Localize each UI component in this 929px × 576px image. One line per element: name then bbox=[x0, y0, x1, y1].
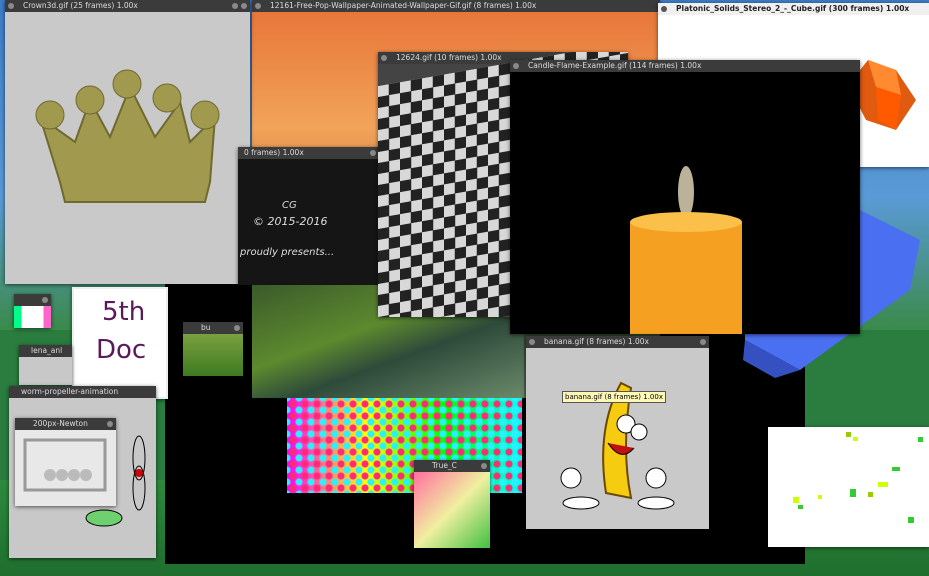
candle-image-area bbox=[510, 72, 860, 334]
title-bar[interactable]: banana.gif (8 frames) 1.00x bbox=[526, 336, 709, 348]
banana-tooltip: banana.gif (8 frames) 1.00x bbox=[562, 391, 666, 403]
close-icon[interactable] bbox=[661, 6, 667, 12]
title-bar[interactable]: bu bbox=[183, 322, 243, 334]
newton-gif-window[interactable]: 200px-Newton bbox=[15, 418, 116, 506]
small-image bbox=[14, 306, 51, 328]
truecolor-gif-window[interactable]: True_C bbox=[414, 460, 490, 548]
candle-gif-window[interactable]: Candle-Flame-Example.gif (114 frames) 1.… bbox=[510, 60, 860, 334]
maximize-icon[interactable] bbox=[700, 339, 706, 345]
doc-gif-window[interactable]: 5th Doc bbox=[72, 287, 168, 399]
pixel-gif-window[interactable] bbox=[768, 427, 929, 547]
intro-line-2: © 2015-2016 bbox=[253, 215, 328, 228]
minimize-icon[interactable] bbox=[232, 3, 238, 9]
maximize-icon[interactable] bbox=[107, 421, 113, 427]
window-title: 0 frames) 1.00x bbox=[244, 148, 304, 157]
intro-line-1: CG bbox=[282, 200, 297, 211]
title-bar[interactable]: worm-propeller-animation bbox=[9, 386, 156, 398]
crown-image-area bbox=[5, 12, 250, 284]
window-title: 12161-Free-Pop-Wallpaper-Animated-Wallpa… bbox=[270, 1, 537, 10]
window-title: lena_anl bbox=[31, 346, 63, 355]
small-gif-window[interactable] bbox=[14, 294, 51, 328]
window-title: 12624.gif (10 frames) 1.00x bbox=[396, 53, 502, 62]
doc-line-1: 5th bbox=[102, 297, 146, 327]
window-title: True_C bbox=[432, 461, 457, 470]
window-title: banana.gif (8 frames) 1.00x bbox=[544, 337, 649, 346]
bu-image bbox=[183, 334, 243, 376]
banana-gif-window[interactable]: banana.gif (8 frames) 1.00x bbox=[526, 336, 709, 529]
title-bar[interactable]: True_C bbox=[414, 460, 490, 472]
title-bar[interactable]: lena_anl bbox=[19, 345, 72, 357]
maximize-icon[interactable] bbox=[241, 3, 247, 9]
lena-gif-window[interactable]: lena_anl bbox=[19, 345, 72, 385]
title-bar[interactable]: 200px-Newton bbox=[15, 418, 116, 430]
pixel-dots bbox=[793, 432, 923, 523]
title-bar[interactable]: Platonic_Solids_Stereo_2_-_Cube.gif (300… bbox=[658, 3, 929, 15]
title-bar[interactable]: Crown3d.gif (25 frames) 1.00x bbox=[5, 0, 250, 12]
maximize-icon[interactable] bbox=[234, 325, 240, 331]
banana-image-area bbox=[526, 348, 709, 529]
newton-cradle-icon bbox=[23, 438, 107, 492]
maximize-icon[interactable] bbox=[42, 297, 48, 303]
close-icon[interactable] bbox=[381, 55, 387, 61]
crown-gif-window[interactable]: Crown3d.gif (25 frames) 1.00x bbox=[5, 0, 250, 284]
minimize-icon[interactable] bbox=[370, 150, 376, 156]
title-bar[interactable] bbox=[14, 294, 51, 306]
close-icon[interactable] bbox=[255, 3, 261, 9]
window-title: Platonic_Solids_Stereo_2_-_Cube.gif (300… bbox=[676, 4, 910, 13]
title-bar[interactable]: 0 frames) 1.00x bbox=[238, 147, 388, 159]
truecolor-image bbox=[414, 472, 490, 548]
close-icon[interactable] bbox=[513, 63, 519, 69]
window-title: 200px-Newton bbox=[33, 419, 88, 428]
candle-icon bbox=[630, 166, 742, 334]
window-title: worm-propeller-animation bbox=[21, 387, 119, 396]
maximize-icon[interactable] bbox=[481, 463, 487, 469]
window-title: bu bbox=[201, 323, 211, 332]
intro-gif-window[interactable]: 0 frames) 1.00x CG © 2015-2016 proudly p… bbox=[238, 147, 388, 285]
title-bar[interactable]: Candle-Flame-Example.gif (114 frames) 1.… bbox=[510, 60, 860, 72]
newton-cradle-image bbox=[15, 430, 116, 506]
title-bar[interactable]: 12161-Free-Pop-Wallpaper-Animated-Wallpa… bbox=[252, 0, 660, 12]
banana-icon bbox=[560, 381, 675, 510]
crown-icon bbox=[35, 69, 220, 203]
doc-line-2: Doc bbox=[96, 335, 147, 365]
close-icon[interactable] bbox=[8, 3, 14, 9]
intro-line-3: proudly presents... bbox=[240, 247, 335, 258]
window-title: Crown3d.gif (25 frames) 1.00x bbox=[23, 1, 138, 10]
window-title: Candle-Flame-Example.gif (114 frames) 1.… bbox=[528, 61, 702, 70]
bu-gif-window[interactable]: bu bbox=[183, 322, 243, 376]
close-icon[interactable] bbox=[529, 339, 535, 345]
